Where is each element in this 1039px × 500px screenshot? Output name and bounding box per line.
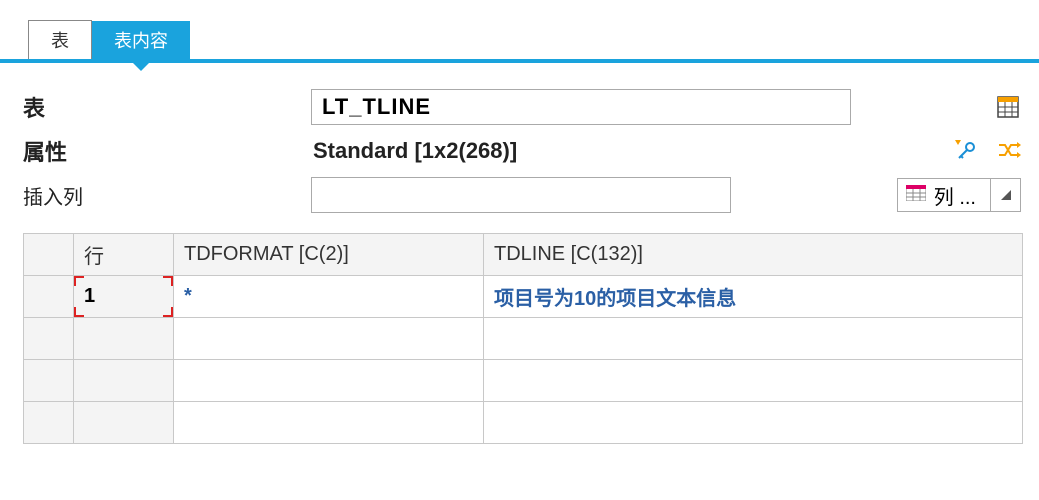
- row-number-cell[interactable]: 1: [74, 276, 174, 318]
- cell-tdformat[interactable]: [174, 360, 484, 402]
- cell-tdformat[interactable]: *: [174, 276, 484, 318]
- label-table: 表: [23, 91, 303, 123]
- data-grid: 行 TDFORMAT [C(2)] TDLINE [C(132)] 1 * 项目…: [23, 233, 1023, 444]
- cell-tdline[interactable]: [484, 360, 1023, 402]
- row-number-cell[interactable]: [74, 318, 174, 360]
- table-grid-icon[interactable]: [995, 94, 1021, 120]
- column-dropdown-label: 列 ...: [934, 181, 976, 210]
- input-insert-col[interactable]: [311, 177, 731, 213]
- cell-tdformat[interactable]: [174, 318, 484, 360]
- grid-header-tdline[interactable]: TDLINE [C(132)]: [484, 234, 1023, 276]
- row-select-cell[interactable]: [24, 360, 74, 402]
- form-area: 表 LT_TLINE 属性 Standard [1x2(268)]: [0, 63, 1039, 213]
- table-row[interactable]: [24, 318, 1023, 360]
- row-select-cell[interactable]: [24, 318, 74, 360]
- grid-header-tdformat[interactable]: TDFORMAT [C(2)]: [174, 234, 484, 276]
- grid-header-select[interactable]: [24, 234, 74, 276]
- table-row[interactable]: [24, 402, 1023, 444]
- grid-header-rownum[interactable]: 行: [74, 234, 174, 276]
- row-select-cell[interactable]: [24, 276, 74, 318]
- cell-tdline[interactable]: [484, 402, 1023, 444]
- key-down-icon[interactable]: [953, 138, 979, 164]
- cell-tdformat[interactable]: [174, 402, 484, 444]
- cell-tdline[interactable]: [484, 318, 1023, 360]
- row-number-cell[interactable]: [74, 360, 174, 402]
- value-attributes: Standard [1x2(268)]: [311, 138, 851, 164]
- row-select-cell[interactable]: [24, 402, 74, 444]
- cell-tdline[interactable]: 项目号为10的项目文本信息: [484, 276, 1023, 318]
- grid-header-row: 行 TDFORMAT [C(2)] TDLINE [C(132)]: [24, 234, 1023, 276]
- column-dropdown[interactable]: 列 ...: [897, 178, 1021, 212]
- tab-table[interactable]: 表: [28, 20, 92, 59]
- dropdown-toggle-icon[interactable]: [990, 179, 1020, 211]
- input-table-name[interactable]: LT_TLINE: [311, 89, 851, 125]
- table-row[interactable]: 1 * 项目号为10的项目文本信息: [24, 276, 1023, 318]
- table-row[interactable]: [24, 360, 1023, 402]
- label-insert-col: 插入列: [23, 181, 303, 210]
- tab-bar: 表 表内容: [0, 0, 1039, 59]
- tab-table-content[interactable]: 表内容: [92, 21, 190, 59]
- grid-small-icon: [906, 184, 926, 207]
- row-number: 1: [84, 285, 95, 307]
- shuffle-icon[interactable]: [995, 138, 1021, 164]
- label-attributes: 属性: [23, 135, 303, 167]
- row-number-cell[interactable]: [74, 402, 174, 444]
